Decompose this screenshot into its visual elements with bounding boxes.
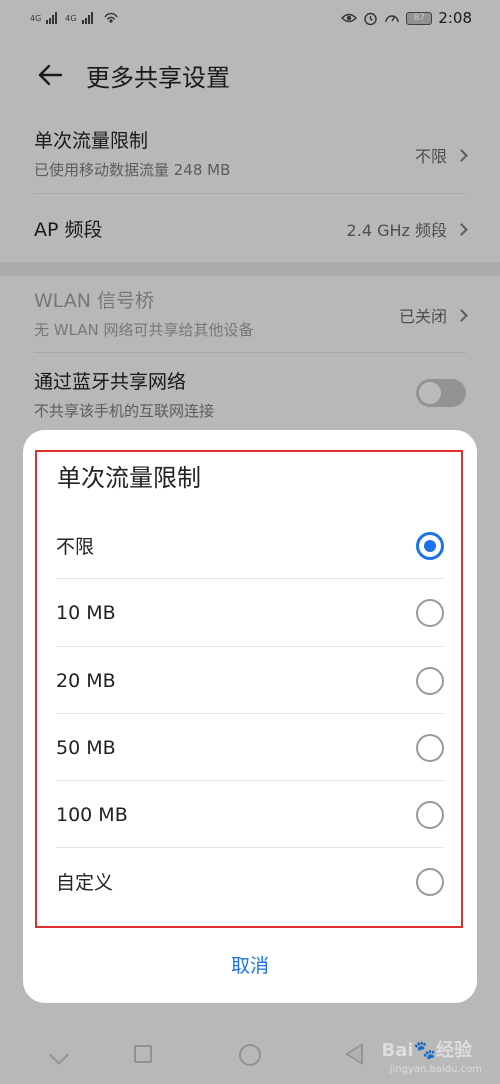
option-50mb[interactable]: 50 MB [56, 714, 444, 781]
watermark-url: jingyan.baidu.com [389, 1064, 482, 1075]
option-10mb[interactable]: 10 MB [56, 579, 444, 646]
dialog-title: 单次流量限制 [57, 464, 201, 492]
option-20mb[interactable]: 20 MB [56, 647, 444, 714]
option-custom[interactable]: 自定义 [56, 848, 444, 915]
option-label: 20 MB [56, 669, 116, 692]
radio-icon[interactable] [416, 800, 444, 829]
radio-icon[interactable] [416, 598, 444, 627]
option-label: 50 MB [56, 736, 116, 759]
radio-icon[interactable] [416, 666, 444, 695]
radio-selected-icon[interactable] [416, 531, 444, 560]
option-label: 100 MB [56, 803, 128, 826]
option-label: 自定义 [56, 872, 114, 894]
option-label: 不限 [56, 536, 95, 558]
radio-icon[interactable] [416, 733, 444, 762]
radio-icon[interactable] [416, 867, 444, 896]
cancel-button[interactable]: 取消 [23, 940, 477, 992]
data-limit-dialog: 单次流量限制 不限 10 MB 20 MB 50 MB 100 MB 自定义 取… [23, 430, 477, 1003]
option-100mb[interactable]: 100 MB [56, 781, 444, 848]
option-unlimited[interactable]: 不限 [56, 512, 444, 579]
option-label: 10 MB [56, 601, 116, 624]
watermark-brand: Bai🐾经验 [381, 1040, 472, 1061]
